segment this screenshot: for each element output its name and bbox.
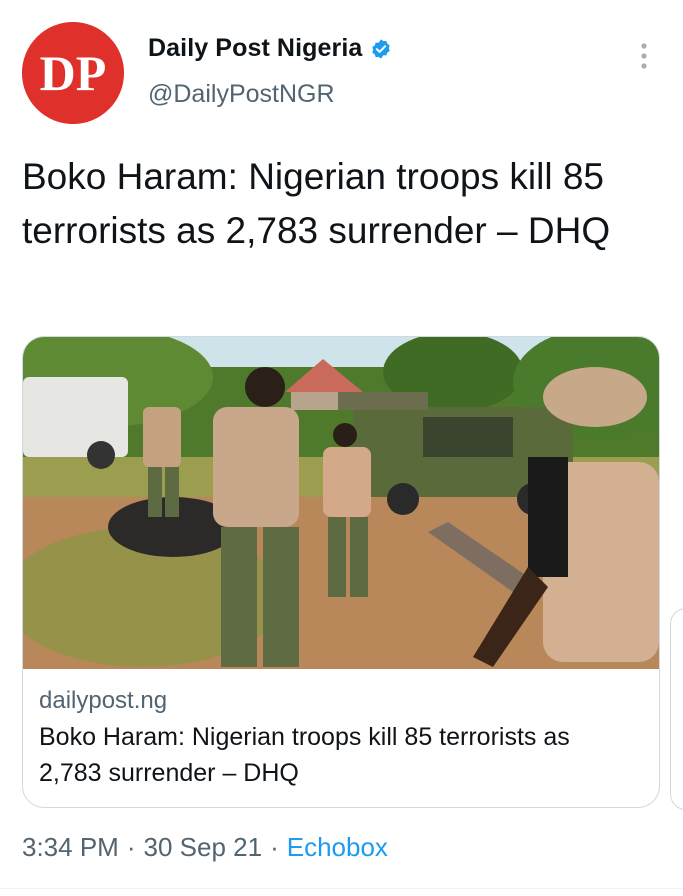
tweet-text: Boko Haram: Nigerian troops kill 85 terr… — [22, 156, 611, 251]
name-row: Daily Post Nigeria — [148, 34, 392, 63]
tweet-date[interactable]: 30 Sep 21 — [144, 832, 263, 863]
tweet-meta: 3:34 PM · 30 Sep 21 · Echobox — [22, 832, 388, 863]
card-title: Boko Haram: Nigerian troops kill 85 terr… — [39, 723, 570, 787]
link-card[interactable]: dailypost.ng Boko Haram: Nigerian troops… — [22, 336, 660, 808]
adjacent-card-edge — [670, 608, 683, 810]
card-body: dailypost.ng Boko Haram: Nigerian troops… — [39, 685, 639, 791]
verified-badge-icon — [370, 38, 392, 60]
meta-separator-1: · — [126, 832, 136, 862]
card-domain: dailypost.ng — [39, 687, 168, 714]
bottom-divider — [0, 888, 683, 889]
tweet-source-link[interactable]: Echobox — [287, 832, 388, 863]
display-name[interactable]: Daily Post Nigeria — [148, 34, 362, 63]
meta-separator-2: · — [270, 832, 279, 862]
user-handle[interactable]: @DailyPostNGR — [148, 80, 335, 109]
card-image[interactable] — [23, 337, 659, 669]
avatar[interactable]: DP — [22, 22, 124, 124]
avatar-logo-text: DP — [40, 45, 107, 101]
tweet-time[interactable]: 3:34 PM — [22, 832, 119, 863]
tweet-header: DP Daily Post Nigeria @DailyPostNGR — [22, 22, 662, 124]
more-vertical-icon[interactable] — [634, 40, 654, 72]
